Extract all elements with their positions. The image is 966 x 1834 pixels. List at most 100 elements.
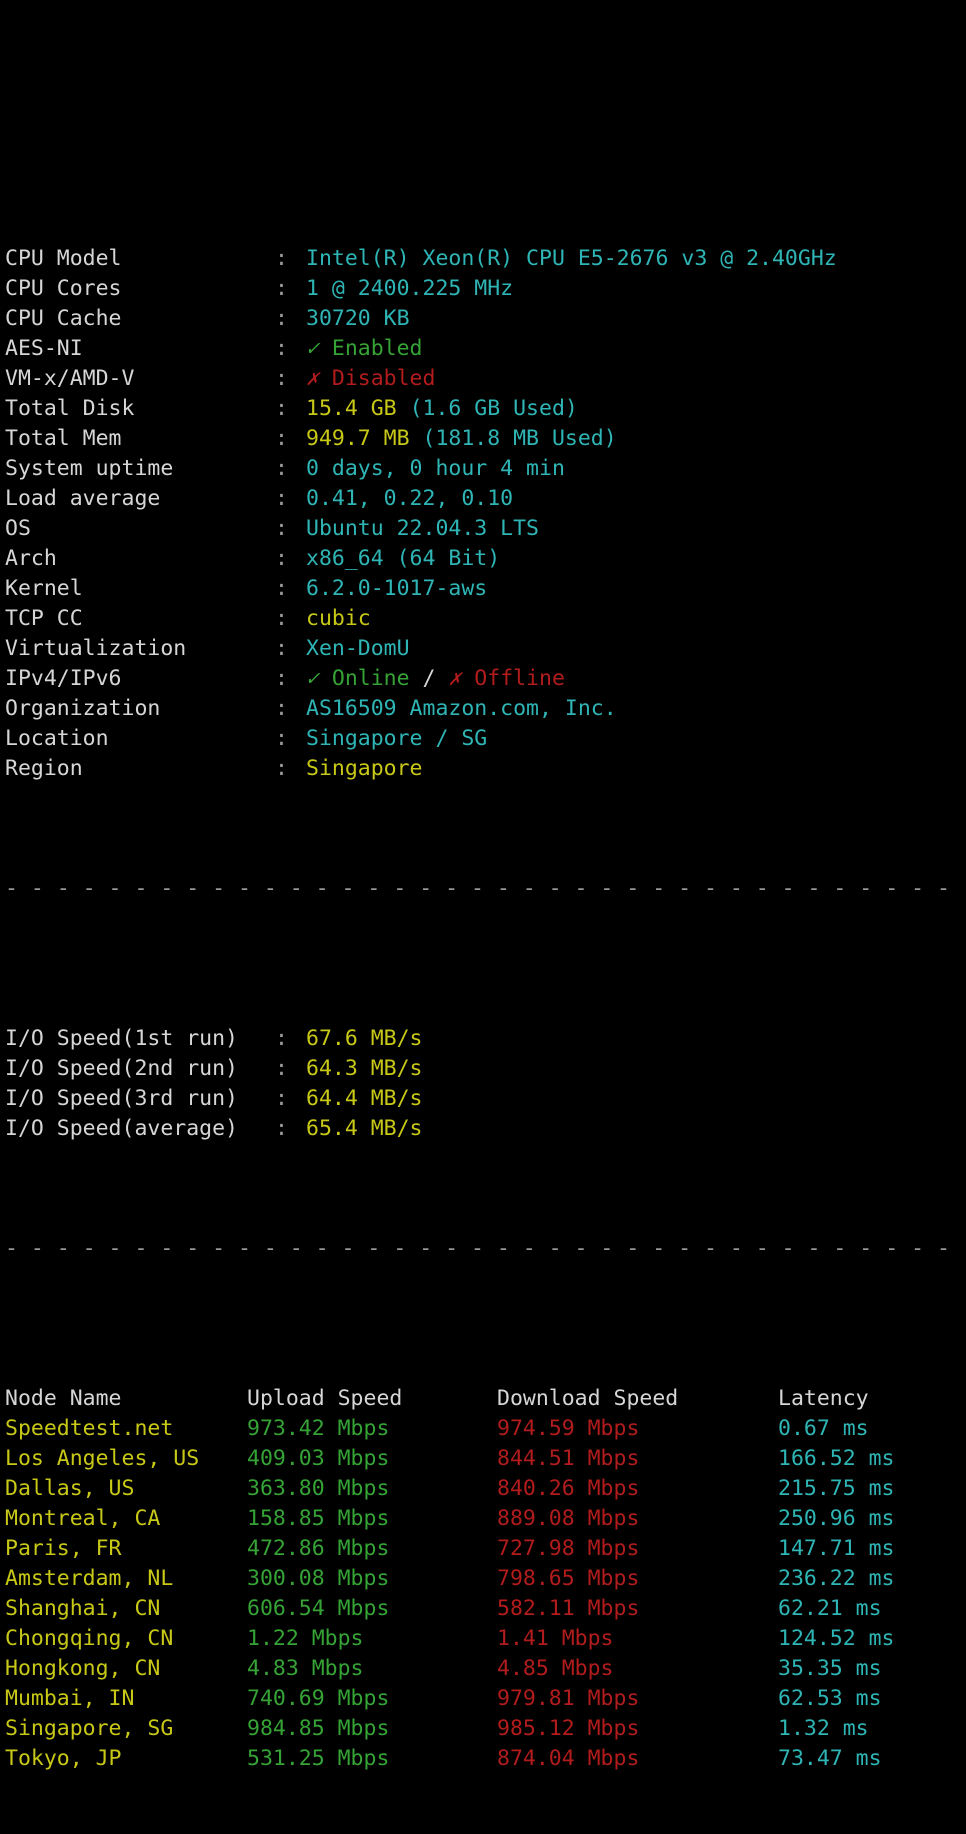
- speedtest-latency: 35.35 ms: [778, 1656, 882, 1681]
- sysinfo-colon: :: [275, 486, 288, 511]
- speedtest-download-speed: 844.51 Mbps: [497, 1446, 640, 1471]
- sysinfo-row: AES-NI: ✓ Enabled: [0, 334, 966, 364]
- sysinfo-colon: :: [275, 426, 288, 451]
- sysinfo-label: TCP CC: [5, 606, 83, 631]
- sysinfo-value: Enabled: [318, 336, 423, 361]
- sysinfo-colon: :: [275, 366, 288, 391]
- sysinfo-colon: :: [275, 606, 288, 631]
- speedtest-latency: 0.67 ms: [778, 1416, 869, 1441]
- sysinfo-colon: :: [275, 336, 288, 361]
- speedtest-row: Tokyo, JP 531.25 Mbps 874.04 Mbps 73.47 ms: [0, 1744, 966, 1774]
- io-speed-label: I/O Speed(average): [5, 1116, 238, 1141]
- sysinfo-value: 1 @ 2400.225 MHz: [306, 276, 514, 301]
- sysinfo-label: Load average: [5, 486, 161, 511]
- io-speed-value: 67.6 MB/s: [306, 1026, 423, 1051]
- sysinfo-value-extra: (1.6 GB Used): [409, 396, 578, 421]
- io-speed-row: I/O Speed(average):65.4 MB/s: [0, 1114, 966, 1144]
- io-speed-row: I/O Speed(2nd run):64.3 MB/s: [0, 1054, 966, 1084]
- sysinfo-value: Ubuntu 22.04.3 LTS: [306, 516, 539, 541]
- sysinfo-value: Intel(R) Xeon(R) CPU E5-2676 v3 @ 2.40GH…: [306, 246, 837, 271]
- speedtest-node-name: Speedtest.net: [5, 1416, 174, 1441]
- sysinfo-row: Total Mem:949.7 MB (181.8 MB Used): [0, 424, 966, 454]
- sysinfo-label: IPv4/IPv6: [5, 666, 122, 691]
- sysinfo-row: TCP CC: cubic: [0, 604, 966, 634]
- sysinfo-label: CPU Cache: [5, 306, 122, 331]
- io-speed-section: I/O Speed(1st run):67.6 MB/s I/O Speed(2n…: [0, 1024, 966, 1144]
- speedtest-latency: 147.71 ms: [778, 1536, 895, 1561]
- io-speed-row: I/O Speed(1st run):67.6 MB/s: [0, 1024, 966, 1054]
- sysinfo-value: 15.4 GB: [306, 396, 410, 421]
- sysinfo-row: Virtualization: Xen-DomU: [0, 634, 966, 664]
- sysinfo-divider: /: [422, 666, 449, 691]
- io-speed-colon: :: [275, 1116, 288, 1141]
- sysinfo-colon: :: [275, 456, 288, 481]
- speedtest-section: Node Name Upload Speed Download Speed Laten…: [0, 1384, 966, 1774]
- speedtest-download-speed: 874.04 Mbps: [497, 1746, 640, 1771]
- speedtest-row: Shanghai, CN 606.54 Mbps 582.11 Mbps 62.21 …: [0, 1594, 966, 1624]
- speedtest-node-name: Dallas, US: [5, 1476, 135, 1501]
- speedtest-download-speed: 889.08 Mbps: [497, 1506, 640, 1531]
- speedtest-row: Chongqing, CN 1.22 Mbps 1.41 Mbps 124.52 ms: [0, 1624, 966, 1654]
- speedtest-latency: 250.96 ms: [778, 1506, 895, 1531]
- speedtest-row: Los Angeles, US 409.03 Mbps 844.51 Mbps 166…: [0, 1444, 966, 1474]
- speedtest-upload-speed: 363.80 Mbps: [247, 1476, 390, 1501]
- speedtest-download-speed: 979.81 Mbps: [497, 1686, 640, 1711]
- speedtest-node-name: Montreal, CA: [5, 1506, 161, 1531]
- sysinfo-label: Virtualization: [5, 636, 187, 661]
- sysinfo-colon: :: [275, 516, 288, 541]
- speedtest-download-speed: 727.98 Mbps: [497, 1536, 640, 1561]
- sysinfo-row: IPv4/IPv6: ✓ Online / ✗ Offline: [0, 664, 966, 694]
- speedtest-latency: 166.52 ms: [778, 1446, 895, 1471]
- sysinfo-label: OS: [5, 516, 31, 541]
- speedtest-latency: 1.32 ms: [778, 1716, 869, 1741]
- speedtest-upload-speed: 740.69 Mbps: [247, 1686, 390, 1711]
- sysinfo-label: System uptime: [5, 456, 174, 481]
- sysinfo-value: cubic: [306, 606, 371, 631]
- separator-dashes: - - - - - - - - - - - - - - - - - - - - …: [5, 1236, 966, 1261]
- io-speed-value: 65.4 MB/s: [306, 1116, 423, 1141]
- sysinfo-value: 0 days, 0 hour 4 min: [306, 456, 565, 481]
- sysinfo-value: Xen-DomU: [306, 636, 410, 661]
- speedtest-node-name: Mumbai, IN: [5, 1686, 135, 1711]
- check-icon: ✓: [306, 336, 319, 361]
- speedtest-upload-speed: 531.25 Mbps: [247, 1746, 390, 1771]
- cross-icon: ✗: [448, 666, 462, 691]
- check-icon: ✓: [306, 666, 319, 691]
- io-speed-value: 64.3 MB/s: [306, 1056, 423, 1081]
- speedtest-node-name: Chongqing, CN: [5, 1626, 174, 1651]
- io-speed-label: I/O Speed(3rd run): [5, 1086, 238, 1111]
- sysinfo-colon: :: [275, 276, 288, 301]
- io-speed-row: I/O Speed(3rd run):64.4 MB/s: [0, 1084, 966, 1114]
- sysinfo-value: Disabled: [318, 366, 436, 391]
- cross-icon: ✗: [306, 366, 319, 391]
- speedtest-download-speed: 582.11 Mbps: [497, 1596, 640, 1621]
- io-speed-value: 64.4 MB/s: [306, 1086, 423, 1111]
- sysinfo-label: Arch: [5, 546, 57, 571]
- speedtest-download-speed: 974.59 Mbps: [497, 1416, 640, 1441]
- speedtest-download-speed: 798.65 Mbps: [497, 1566, 640, 1591]
- speedtest-node-name: Amsterdam, NL: [5, 1566, 174, 1591]
- sysinfo-colon: :: [275, 756, 288, 781]
- speedtest-upload-speed: 973.42 Mbps: [247, 1416, 390, 1441]
- sysinfo-value: x86_64 (64 Bit): [306, 546, 501, 571]
- sysinfo-row: CPU Model: Intel(R) Xeon(R) CPU E5-2676 v…: [0, 244, 966, 274]
- sysinfo-label: Region: [5, 756, 83, 781]
- separator-after-sysinfo: - - - - - - - - - - - - - - - - - - - - …: [0, 874, 966, 904]
- sysinfo-row: VM-x/AMD-V: ✗ Disabled: [0, 364, 966, 394]
- sysinfo-colon: :: [275, 576, 288, 601]
- speedtest-row: Speedtest.net 973.42 Mbps 974.59 Mbps 0.67 …: [0, 1414, 966, 1444]
- speedtest-latency: 73.47 ms: [778, 1746, 882, 1771]
- speedtest-upload-speed: 984.85 Mbps: [247, 1716, 390, 1741]
- speedtest-upload-speed: 158.85 Mbps: [247, 1506, 390, 1531]
- sysinfo-row: Load average:0.41, 0.22, 0.10: [0, 484, 966, 514]
- terminal-output: - - - - - - - - - - - - - - - - - - - - …: [0, 0, 966, 1771]
- speedtest-latency: 124.52 ms: [778, 1626, 895, 1651]
- sysinfo-label: Kernel: [5, 576, 83, 601]
- speedtest-node-name: Hongkong, CN: [5, 1656, 161, 1681]
- sysinfo-colon: :: [275, 546, 288, 571]
- io-speed-label: I/O Speed(1st run): [5, 1026, 238, 1051]
- sysinfo-row: Kernel:6.2.0-1017-aws: [0, 574, 966, 604]
- speedtest-upload-speed: 606.54 Mbps: [247, 1596, 390, 1621]
- speedtest-latency: 236.22 ms: [778, 1566, 895, 1591]
- speedtest-upload-speed: 409.03 Mbps: [247, 1446, 390, 1471]
